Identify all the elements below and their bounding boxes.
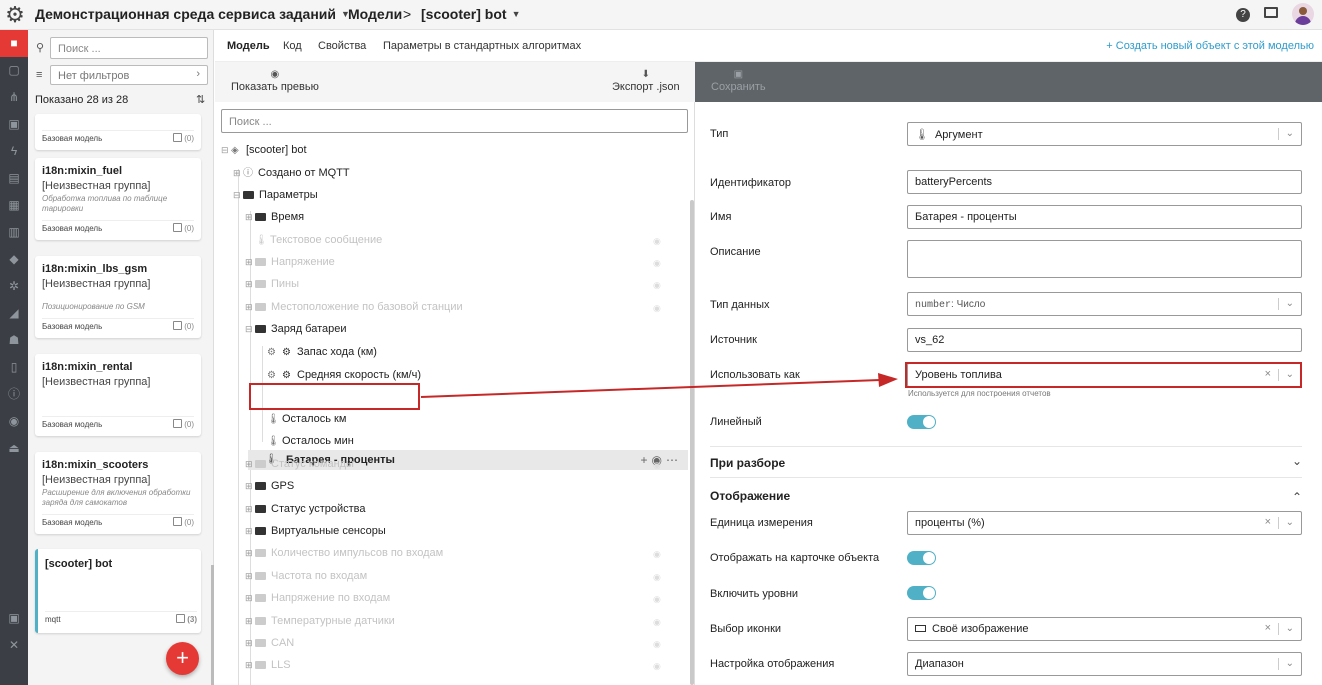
annotation-arrow xyxy=(420,373,898,398)
